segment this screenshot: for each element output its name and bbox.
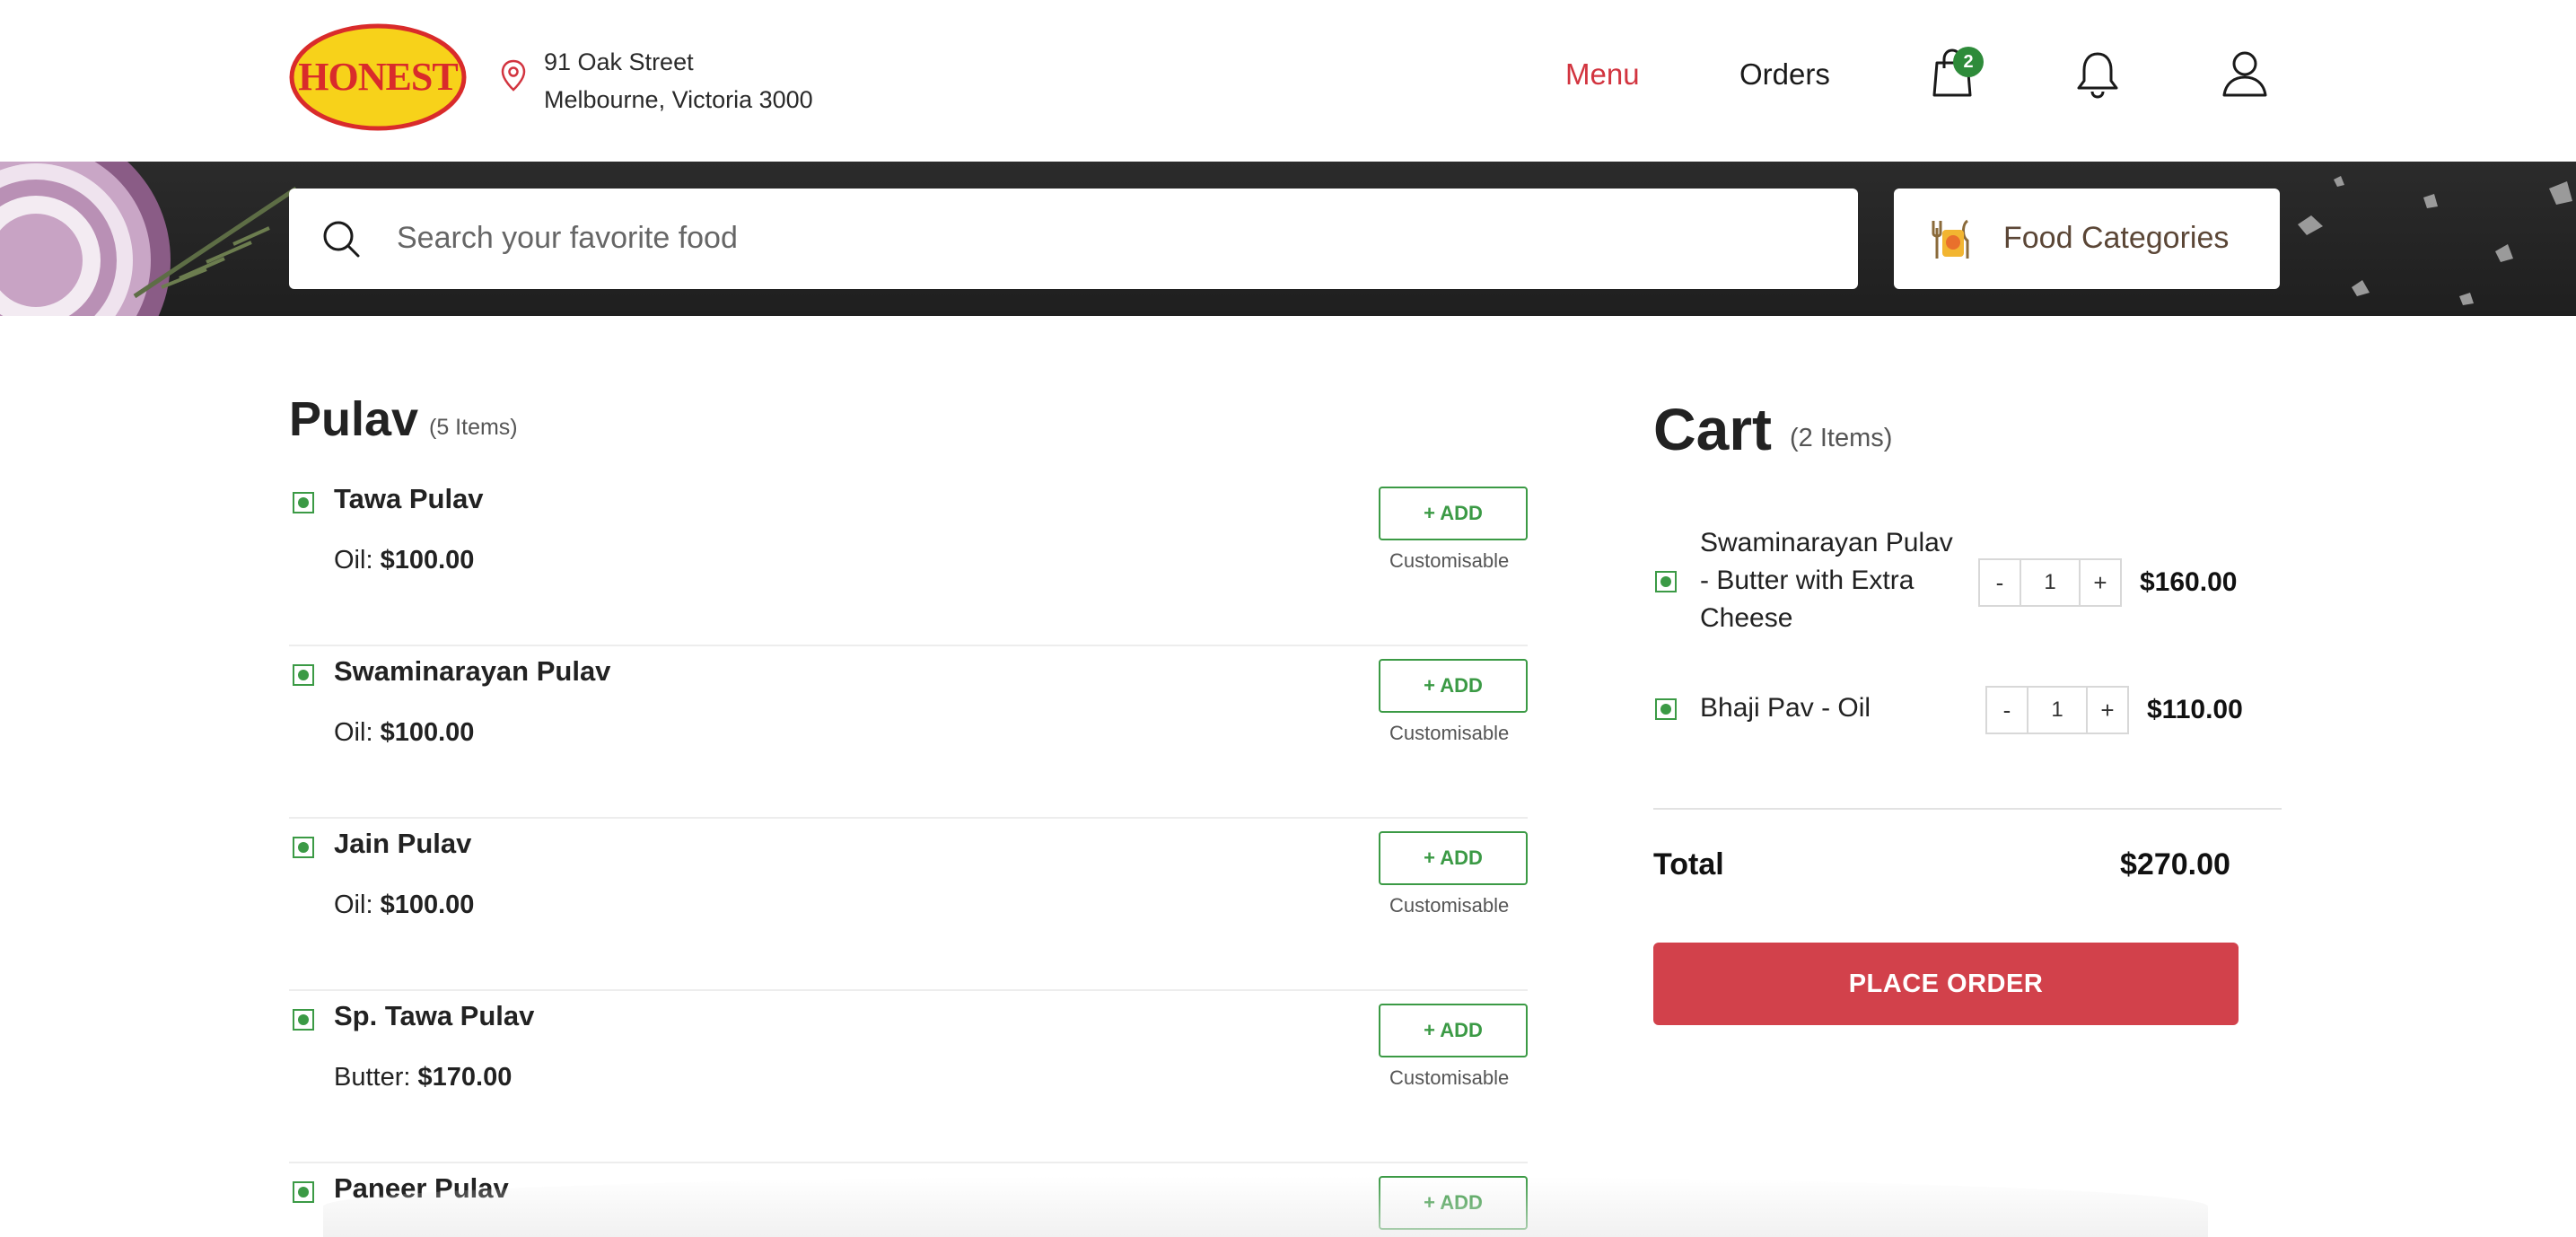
menu-item: Swaminarayan Pulav Oil: $100.00 + ADD Cu… (289, 646, 1528, 819)
veg-indicator-icon (293, 837, 314, 858)
search-input[interactable]: Search your favorite food (397, 221, 738, 256)
veg-indicator-icon (293, 1181, 314, 1203)
quantity-stepper: - 1 + (1985, 686, 2129, 734)
menu-item-name: Swaminarayan Pulav (334, 655, 611, 687)
menu-item-price-value: $100.00 (380, 890, 475, 919)
menu-item-price: Oil: $100.00 (334, 718, 474, 748)
decrease-quantity-button[interactable]: - (1985, 686, 2028, 734)
cart-item: Swaminarayan Pulav - Butter with Extra C… (1653, 524, 2282, 641)
quantity-value[interactable]: 1 (2028, 686, 2086, 734)
place-order-button[interactable]: PLACE ORDER (1653, 943, 2239, 1025)
menu-item-variant: Oil: (334, 546, 373, 575)
veg-indicator-icon (293, 1009, 314, 1031)
menu-item-name: Sp. Tawa Pulav (334, 1000, 535, 1031)
cart-item-name-line: Cheese (1700, 603, 1793, 633)
cart-item-count: (2 Items) (1790, 424, 1893, 452)
veg-indicator-icon (293, 664, 314, 686)
menu-item-price-value: $170.00 (417, 1063, 513, 1092)
section-title: Pulav (289, 392, 419, 446)
brand-logo[interactable]: HONEST (289, 23, 467, 131)
cart-divider (1653, 808, 2282, 810)
user-profile-icon[interactable] (2221, 48, 2269, 99)
top-header: HONEST 91 Oak Street Melbourne, Victoria… (0, 0, 2576, 162)
menu-item-price-value: $100.00 (380, 718, 475, 747)
menu-item-price-value: $100.00 (380, 546, 475, 575)
search-icon (321, 219, 361, 259)
add-button[interactable]: + ADD (1379, 659, 1528, 713)
nav-menu-link[interactable]: Menu (1565, 57, 1640, 92)
cart-item: Bhaji Pav - Oil - 1 + $110.00 (1653, 682, 2282, 736)
increase-quantity-button[interactable]: + (2079, 558, 2122, 607)
menu-item-variant: Butter: (334, 1063, 411, 1092)
menu-item-name: Tawa Pulav (334, 483, 484, 514)
menu-item: Tawa Pulav Oil: $100.00 + ADD Customisab… (289, 474, 1528, 646)
delivery-address[interactable]: 91 Oak Street Melbourne, Victoria 3000 (544, 43, 813, 118)
menu-item-name: Paneer Pulav (334, 1172, 509, 1204)
cart-item-price: $160.00 (2140, 567, 2238, 597)
menu-item-name: Jain Pulav (334, 828, 472, 859)
quantity-stepper: - 1 + (1978, 558, 2122, 607)
cart-title: Cart (1653, 396, 1773, 462)
customisable-label: Customisable (1389, 894, 1510, 917)
search-banner: Search your favorite food Food Categorie… (0, 162, 2576, 316)
cart-item-price: $110.00 (2147, 695, 2243, 724)
veg-indicator-icon (1655, 698, 1677, 720)
menu-item-price: Oil: $100.00 (334, 546, 474, 575)
section-item-count: (5 Items) (429, 415, 518, 440)
customisable-label: Customisable (1389, 722, 1510, 744)
cart-count-badge: 2 (1953, 47, 1984, 77)
customisable-label: Customisable (1389, 549, 1510, 572)
address-line-2: Melbourne, Victoria 3000 (544, 86, 813, 113)
food-categories-button[interactable]: Food Categories (1894, 189, 2280, 289)
cart-item-name: Swaminarayan Pulav - Butter with Extra C… (1700, 524, 1953, 637)
cart-item-name: Bhaji Pav - Oil (1700, 693, 1871, 723)
food-categories-label: Food Categories (2003, 221, 2230, 255)
add-button[interactable]: + ADD (1379, 487, 1528, 540)
address-line-1: 91 Oak Street (544, 48, 694, 75)
add-button[interactable]: + ADD (1379, 831, 1528, 885)
dish-icon (1930, 215, 1975, 262)
location-pin-icon (501, 59, 526, 92)
add-button[interactable]: + ADD (1379, 1004, 1528, 1057)
search-bar[interactable]: Search your favorite food (289, 189, 1858, 289)
cart-item-name-line: - Butter with Extra (1700, 566, 1914, 595)
nav-orders-link[interactable]: Orders (1739, 57, 1830, 92)
veg-indicator-icon (1655, 571, 1677, 592)
menu-item-price: Butter: $170.00 (334, 1063, 512, 1092)
menu-item-price: Oil: $100.00 (334, 890, 474, 920)
menu-item: Sp. Tawa Pulav Butter: $170.00 + ADD Cus… (289, 991, 1528, 1163)
menu-item: Jain Pulav Oil: $100.00 + ADD Customisab… (289, 819, 1528, 991)
add-button[interactable]: + ADD (1379, 1176, 1528, 1230)
svg-text:HONEST: HONEST (298, 55, 458, 99)
menu-item-variant: Oil: (334, 718, 373, 747)
customisable-label: Customisable (1389, 1066, 1510, 1089)
veg-indicator-icon (293, 492, 314, 513)
decrease-quantity-button[interactable]: - (1978, 558, 2021, 607)
quantity-value[interactable]: 1 (2021, 558, 2079, 607)
menu-item: Paneer Pulav + ADD (289, 1163, 1528, 1237)
total-label: Total (1653, 847, 1724, 882)
total-value: $270.00 (2120, 847, 2230, 882)
increase-quantity-button[interactable]: + (2086, 686, 2129, 734)
menu-item-variant: Oil: (334, 890, 373, 919)
cart-item-name-line: Swaminarayan Pulav (1700, 528, 1953, 557)
bell-icon[interactable] (2073, 48, 2122, 99)
